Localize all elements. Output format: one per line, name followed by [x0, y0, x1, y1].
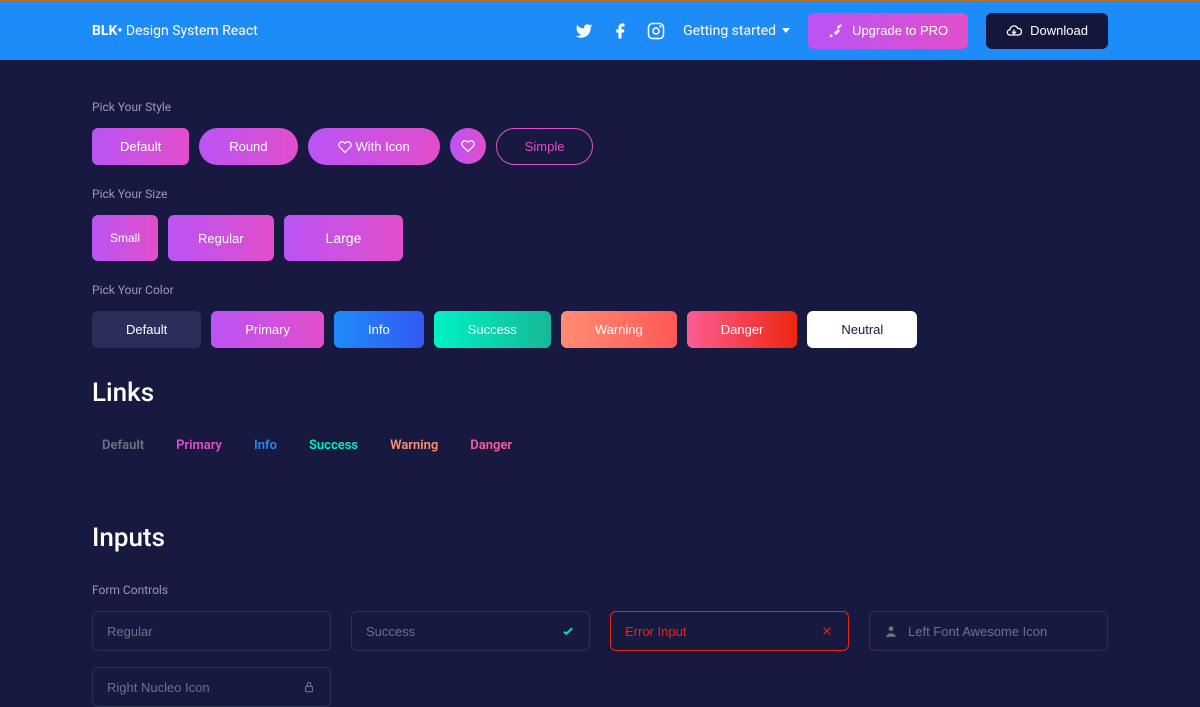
link-danger[interactable]: Danger [470, 438, 512, 453]
upgrade-button[interactable]: Upgrade to PRO [808, 13, 968, 49]
user-icon [884, 624, 898, 638]
style-row: Default Round With Icon Simple [92, 128, 1108, 165]
inputs-grid-2 [92, 667, 1108, 707]
upgrade-label: Upgrade to PRO [852, 23, 948, 38]
style-icon-only-button[interactable] [450, 128, 486, 164]
color-danger-button[interactable]: Danger [687, 311, 798, 348]
input-right-icon-field[interactable] [107, 680, 302, 695]
size-regular-button[interactable]: Regular [168, 215, 274, 261]
brand-rest: Design System React [122, 23, 257, 39]
style-label: Pick Your Style [92, 100, 1108, 114]
navbar: BLK• Design System React Getting started… [0, 0, 1200, 60]
color-neutral-button[interactable]: Neutral [807, 311, 917, 348]
getting-started-dropdown[interactable]: Getting started [683, 23, 790, 39]
close-icon [820, 624, 834, 638]
input-regular[interactable] [92, 611, 331, 651]
input-error-field[interactable] [625, 624, 820, 639]
style-with-icon-button[interactable]: With Icon [308, 128, 440, 165]
link-primary[interactable]: Primary [176, 438, 222, 453]
facebook-icon[interactable] [611, 22, 629, 40]
style-default-button[interactable]: Default [92, 128, 189, 165]
size-small-button[interactable]: Small [92, 215, 158, 261]
nav-right: Getting started Upgrade to PRO Download [575, 13, 1108, 49]
heart-icon [338, 140, 352, 154]
links-title: Links [92, 378, 1108, 408]
heart-icon [461, 139, 475, 153]
color-default-button[interactable]: Default [92, 311, 201, 348]
rocket-icon [828, 23, 844, 39]
color-success-button[interactable]: Success [434, 311, 551, 348]
links-row: Default Primary Info Success Warning Dan… [92, 438, 1108, 453]
main-container: Pick Your Style Default Round With Icon … [0, 60, 1200, 707]
link-info[interactable]: Info [254, 438, 277, 453]
twitter-icon[interactable] [575, 22, 593, 40]
link-success[interactable]: Success [309, 438, 358, 453]
input-right-icon[interactable] [92, 667, 331, 707]
brand-bold: BLK• [92, 23, 122, 39]
inputs-title: Inputs [92, 523, 1108, 553]
input-regular-field[interactable] [107, 624, 316, 639]
link-warning[interactable]: Warning [390, 438, 438, 453]
download-label: Download [1030, 23, 1088, 38]
getting-started-label: Getting started [683, 23, 776, 39]
style-simple-button[interactable]: Simple [496, 128, 594, 165]
input-success[interactable] [351, 611, 590, 651]
color-label: Pick Your Color [92, 283, 1108, 297]
download-button[interactable]: Download [986, 13, 1108, 49]
size-row: Small Regular Large [92, 215, 1108, 261]
lock-icon [302, 680, 316, 694]
color-info-button[interactable]: Info [334, 311, 424, 348]
color-warning-button[interactable]: Warning [561, 311, 677, 348]
brand[interactable]: BLK• Design System React [92, 23, 258, 39]
size-label: Pick Your Size [92, 187, 1108, 201]
input-success-field[interactable] [366, 624, 561, 639]
input-error[interactable] [610, 611, 849, 651]
form-controls-label: Form Controls [92, 583, 1108, 597]
input-left-icon-field[interactable] [908, 624, 1093, 639]
chevron-down-icon [782, 28, 790, 33]
check-icon [561, 624, 575, 638]
style-round-button[interactable]: Round [199, 128, 297, 165]
with-icon-label: With Icon [356, 139, 410, 154]
cloud-download-icon [1006, 23, 1022, 39]
size-large-button[interactable]: Large [284, 215, 404, 261]
input-left-icon[interactable] [869, 611, 1108, 651]
color-row: Default Primary Info Success Warning Dan… [92, 311, 1108, 348]
color-primary-button[interactable]: Primary [211, 311, 324, 348]
link-default[interactable]: Default [102, 438, 144, 453]
instagram-icon[interactable] [647, 22, 665, 40]
inputs-grid [92, 611, 1108, 651]
